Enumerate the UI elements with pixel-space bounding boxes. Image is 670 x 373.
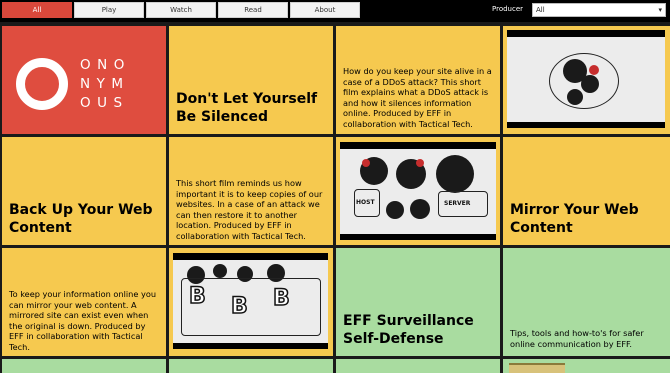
sketch-shape: [386, 201, 404, 219]
sketch-shape: [362, 159, 370, 167]
video-thumbnail: [507, 30, 665, 128]
sketch-shape: [181, 278, 321, 336]
tab-all[interactable]: All: [2, 2, 72, 18]
tile-row4-2[interactable]: [169, 359, 333, 373]
server-label: SERVER: [444, 200, 471, 207]
tile-backup-video[interactable]: HOST SERVER: [336, 137, 500, 245]
tile-row4-1[interactable]: [2, 359, 166, 373]
sketch-shape: [589, 65, 599, 75]
thumbnail-partial: [509, 363, 565, 373]
sketch-shape: [436, 155, 474, 193]
video-thumbnail: HOST SERVER: [340, 142, 496, 240]
tile-title: Back Up Your Web Content: [9, 202, 153, 236]
logo-line: ONO: [80, 57, 131, 73]
tile-backup-description[interactable]: This short film reminds us how important…: [169, 137, 333, 245]
tile-description: Tips, tools and how-to's for safer onlin…: [510, 328, 644, 349]
chevron-down-icon: ▾: [658, 6, 662, 14]
top-nav: All Play Watch Read About Producer All ▾: [0, 0, 670, 22]
tile-anonymous-logo[interactable]: ONO NYM OUS: [2, 26, 166, 134]
tile-row4-4[interactable]: [503, 359, 670, 373]
anonymous-logo-ring: [16, 58, 68, 110]
tile-row4-3[interactable]: [336, 359, 500, 373]
sketch-shape: [581, 75, 599, 93]
sketch-shape: [213, 264, 227, 278]
tile-description: This short film reminds us how important…: [176, 178, 323, 241]
logo-line: OUS: [80, 95, 129, 111]
logo-line: NYM: [80, 76, 130, 92]
anonymous-logo-text: ONO NYM OUS: [80, 56, 150, 113]
tab-watch[interactable]: Watch: [146, 2, 216, 18]
tile-eff-surveillance-self-defense[interactable]: EFF Surveillance Self-Defense: [336, 248, 500, 356]
content-grid: ONO NYM OUS Don't Let Yourself Be Silenc…: [0, 24, 670, 373]
tile-mirror-your-web-content[interactable]: Mirror Your Web Content: [503, 137, 670, 245]
tile-dont-let-yourself-be-silenced[interactable]: Don't Let Yourself Be Silenced: [169, 26, 333, 134]
tile-mirror-description[interactable]: To keep your information online you can …: [2, 248, 166, 356]
tile-back-up-your-web-content[interactable]: Back Up Your Web Content: [2, 137, 166, 245]
host-label: HOST: [356, 199, 375, 206]
tab-about[interactable]: About: [290, 2, 360, 18]
producer-label: Producer: [492, 5, 524, 13]
tab-play[interactable]: Play: [74, 2, 144, 18]
tile-title: EFF Surveillance Self-Defense: [343, 313, 474, 347]
producer-select-value: All: [536, 6, 545, 14]
sketch-shape: [567, 89, 583, 105]
tile-description: How do you keep your site alive in a cas…: [343, 66, 492, 129]
tile-ddos-video[interactable]: [503, 26, 670, 134]
tile-ssd-description[interactable]: Tips, tools and how-to's for safer onlin…: [503, 248, 670, 356]
tile-mirror-video[interactable]: B B B: [169, 248, 333, 356]
producer-select[interactable]: All ▾: [532, 3, 666, 17]
tile-title: Mirror Your Web Content: [510, 202, 639, 236]
tab-read[interactable]: Read: [218, 2, 288, 18]
tile-ddos-description[interactable]: How do you keep your site alive in a cas…: [336, 26, 500, 134]
video-thumbnail: B B B: [173, 253, 328, 349]
sketch-shape: [416, 159, 424, 167]
tile-description: To keep your information online you can …: [9, 289, 157, 352]
tile-title: Don't Let Yourself Be Silenced: [176, 91, 318, 125]
sketch-shape: [410, 199, 430, 219]
